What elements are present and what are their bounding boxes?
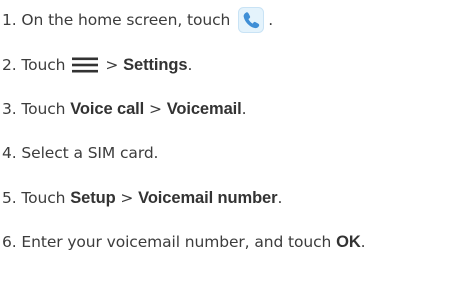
menu-item-setup: Setup (70, 188, 116, 207)
step-4: 4. Select a SIM card. (2, 141, 158, 165)
menu-item-voicemail-number: Voicemail number (138, 188, 278, 207)
step-text-end: . (277, 189, 283, 207)
step-text-end: . (268, 11, 274, 29)
phone-app-icon (238, 7, 265, 33)
separator: > (105, 56, 119, 74)
menu-icon (71, 56, 99, 74)
step-text: Touch (21, 100, 66, 118)
step-text-end: . (241, 100, 247, 118)
step-text-end: . (187, 56, 193, 74)
step-number: 3. (2, 100, 17, 118)
step-3: 3. Touch Voice call > Voicemail . (2, 97, 247, 121)
step-text: Select a SIM card. (21, 144, 159, 162)
step-text: Enter your voicemail number, and touch (21, 233, 332, 251)
separator: > (120, 189, 134, 207)
step-1: 1. On the home screen, touch . (2, 7, 274, 33)
step-text-end: . (360, 233, 366, 251)
step-number: 2. (2, 56, 17, 74)
button-ok-label: OK (336, 232, 361, 251)
menu-item-voice-call: Voice call (70, 99, 145, 118)
step-number: 5. (2, 189, 17, 207)
step-number: 6. (2, 233, 17, 251)
step-2: 2. Touch > Settings . (2, 53, 192, 77)
step-text: Touch (21, 56, 66, 74)
menu-item-settings: Settings (123, 55, 188, 74)
step-number: 1. (2, 11, 17, 29)
step-number: 4. (2, 144, 17, 162)
step-text: On the home screen, touch (21, 11, 231, 29)
step-5: 5. Touch Setup > Voicemail number . (2, 186, 282, 210)
separator: > (148, 100, 162, 118)
step-text: Touch (21, 189, 66, 207)
menu-item-voicemail: Voicemail (166, 99, 242, 118)
step-6: 6. Enter your voicemail number, and touc… (2, 230, 366, 254)
